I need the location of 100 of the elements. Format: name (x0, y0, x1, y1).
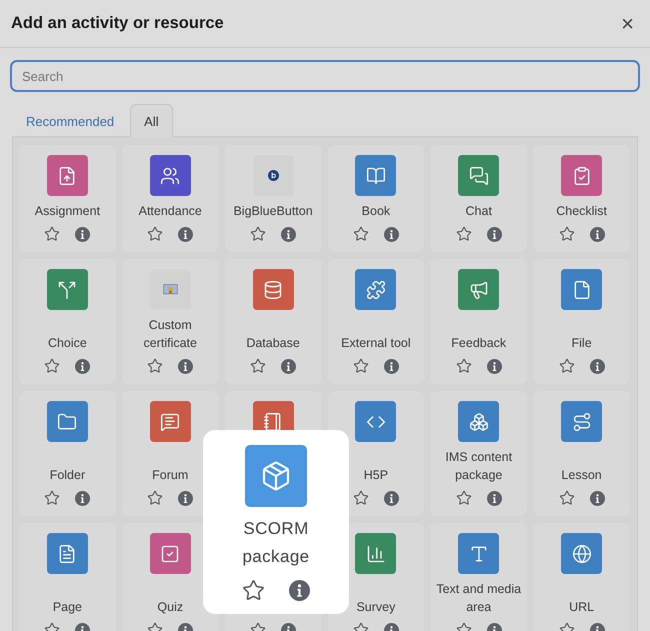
activity-tile[interactable]: Custom certificate (122, 259, 219, 384)
logo-icon (268, 170, 279, 181)
tab[interactable]: All (130, 104, 173, 137)
star-button[interactable] (242, 579, 265, 602)
info-button[interactable] (384, 226, 399, 242)
star-button[interactable] (558, 358, 575, 374)
info-button[interactable] (281, 226, 296, 242)
star-icon (44, 358, 60, 374)
star-button[interactable] (44, 226, 60, 242)
activity-tile[interactable]: Book (328, 145, 424, 252)
info-button[interactable] (486, 358, 502, 374)
star-button[interactable] (44, 490, 60, 506)
info-button[interactable] (590, 358, 605, 374)
activity-tile[interactable]: URL (533, 523, 630, 631)
info-button[interactable] (486, 226, 502, 242)
info-icon (486, 358, 502, 374)
info-icon (590, 226, 605, 242)
activity-name: Database (246, 335, 300, 352)
star-button[interactable] (147, 490, 164, 506)
document-icon (57, 544, 78, 564)
activity-tile[interactable]: External tool (328, 259, 424, 384)
search-field[interactable]: Search (10, 60, 640, 92)
star-icon (147, 226, 164, 242)
info-icon (590, 358, 605, 374)
activity-tile[interactable]: Feedback (430, 259, 528, 384)
info-icon (281, 358, 296, 374)
activity-tile[interactable]: Lesson (533, 391, 630, 516)
info-button[interactable] (178, 490, 194, 506)
activity-tile[interactable]: IMS content package (430, 391, 528, 516)
activity-tile[interactable]: Checklist (533, 145, 630, 252)
activity-tile[interactable]: Page (19, 523, 116, 631)
activity-name: URL (569, 599, 594, 616)
info-button[interactable] (486, 490, 502, 506)
star-button[interactable] (558, 226, 575, 242)
activity-tile[interactable]: Forum (122, 391, 219, 516)
split-arrow-icon (57, 280, 78, 300)
info-icon (384, 226, 399, 242)
star-icon (250, 226, 266, 242)
activity-tile[interactable]: BigBlueButton (224, 145, 322, 252)
info-icon (178, 226, 194, 242)
star-button[interactable] (558, 490, 575, 506)
info-button[interactable] (75, 358, 90, 374)
star-button[interactable] (352, 226, 369, 242)
info-button[interactable] (384, 490, 399, 506)
info-button[interactable] (590, 490, 605, 506)
info-button[interactable] (178, 358, 194, 374)
activity-name: Text and media area (435, 581, 522, 616)
route-icon (572, 412, 592, 432)
star-icon (250, 358, 266, 374)
activity-tile[interactable]: Chat (430, 145, 528, 252)
activity-tile[interactable]: Database (224, 259, 322, 384)
star-icon (147, 358, 164, 374)
activity-name: Lesson (561, 467, 602, 484)
star-icon (456, 490, 472, 506)
file-upload-icon (57, 166, 78, 186)
activity-name: Choice (48, 335, 87, 352)
star-button[interactable] (147, 358, 164, 374)
activity-tile[interactable]: Text and media area (430, 523, 528, 631)
activity-tile[interactable]: Attendance (122, 145, 219, 252)
info-button[interactable] (75, 490, 90, 506)
info-icon (75, 490, 90, 506)
info-button[interactable] (178, 226, 194, 242)
checklist-icon (572, 166, 592, 186)
activity-name: BigBlueButton (233, 203, 313, 220)
info-icon (178, 490, 194, 506)
boxes-icon (468, 412, 489, 432)
activity-name: H5P (364, 467, 388, 484)
info-button[interactable] (289, 580, 310, 601)
star-button[interactable] (456, 226, 472, 242)
star-button[interactable] (44, 358, 60, 374)
info-button[interactable] (281, 358, 296, 374)
info-button[interactable] (75, 226, 90, 242)
close-button[interactable]: × (617, 12, 638, 34)
activity-tile[interactable]: Assignment (19, 145, 116, 252)
star-icon (147, 490, 164, 506)
star-button[interactable] (250, 226, 266, 242)
activity-name: Page (52, 599, 82, 616)
star-button[interactable] (456, 490, 472, 506)
activity-tile[interactable]: Folder (19, 391, 116, 516)
star-button[interactable] (147, 226, 164, 242)
bar-chart-icon (366, 544, 386, 564)
star-icon (456, 358, 472, 374)
star-button[interactable] (352, 490, 369, 506)
star-button[interactable] (250, 358, 266, 374)
info-icon (75, 358, 90, 374)
info-button[interactable] (384, 358, 399, 374)
tab[interactable]: Recommended (12, 104, 128, 137)
star-button[interactable] (352, 358, 369, 374)
globe-icon (572, 544, 592, 564)
activity-tile[interactable]: File (533, 259, 630, 384)
info-button[interactable] (590, 226, 605, 242)
text-icon (468, 544, 489, 564)
activity-tile[interactable]: Choice (19, 259, 116, 384)
activity-name: External tool (341, 335, 411, 352)
star-button[interactable] (456, 358, 472, 374)
info-icon (384, 358, 399, 374)
spotlight-tooltip[interactable]: SCORM package (203, 430, 349, 614)
certificate-icon (162, 282, 178, 297)
people-icon (160, 166, 180, 186)
megaphone-icon (468, 280, 489, 300)
